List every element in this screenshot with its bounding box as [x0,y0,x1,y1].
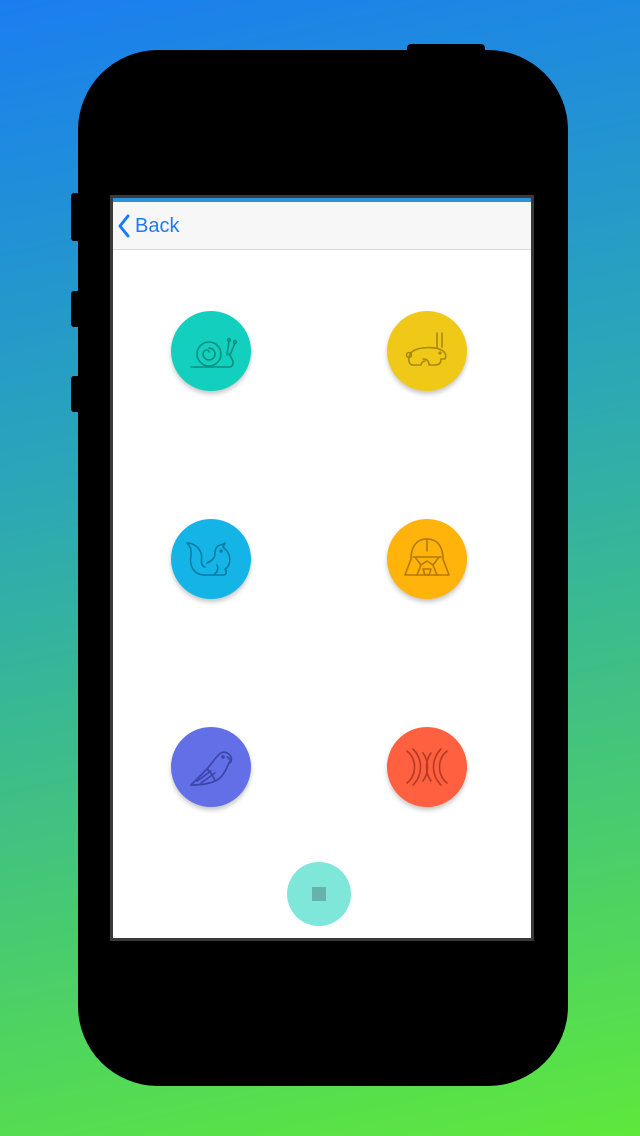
wave-pattern-icon [406,748,448,786]
darth-vader-button[interactable] [387,519,467,599]
rabbit-button[interactable] [387,311,467,391]
parrot-icon [190,751,233,786]
navigation-bar: Back [113,202,531,250]
rabbit-icon [405,332,447,366]
app-screen: Back [110,195,534,941]
squirrel-button[interactable] [171,519,251,599]
parrot-button[interactable] [171,727,251,807]
stop-button[interactable] [287,862,351,926]
snail-button[interactable] [171,311,251,391]
squirrel-icon [186,542,231,576]
snail-icon [190,337,238,368]
stop-icon [312,887,326,901]
back-button[interactable]: Back [117,210,179,242]
waves-button[interactable] [387,727,467,807]
back-label: Back [135,214,180,237]
darth-vader-icon [404,538,450,576]
chevron-left-icon [118,214,130,238]
